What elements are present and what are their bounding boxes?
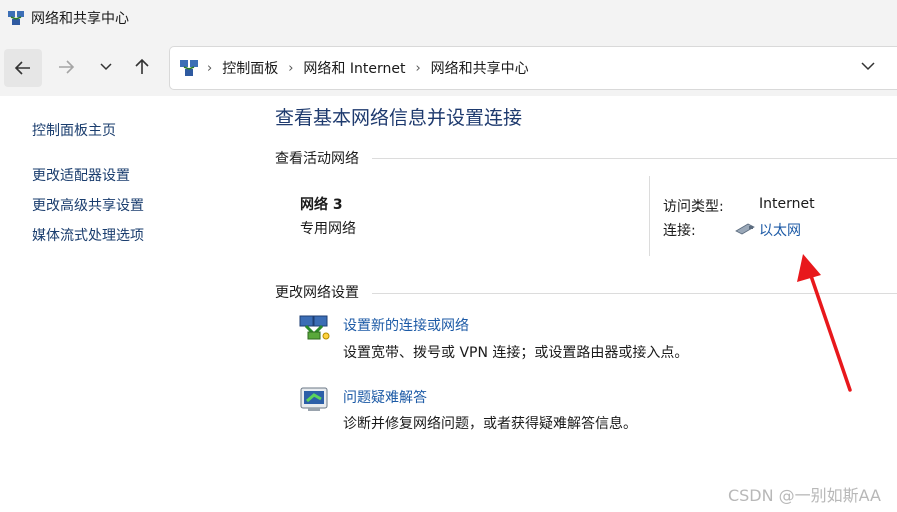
access-type-value: Internet	[759, 196, 815, 212]
back-button[interactable]	[4, 49, 42, 87]
section-heading-change-network-settings: 更改网络设置	[275, 285, 359, 301]
divider	[649, 176, 650, 256]
divider	[372, 158, 897, 159]
recent-locations-button[interactable]	[88, 48, 124, 86]
sidebar-item-control-panel-home[interactable]: 控制面板主页	[32, 120, 116, 140]
up-button[interactable]	[124, 48, 160, 86]
forward-arrow-icon	[59, 60, 75, 74]
network-center-icon	[8, 11, 24, 25]
access-type-label: 访问类型:	[663, 199, 724, 215]
new-connection-icon	[299, 315, 330, 340]
setup-new-connection-desc: 设置宽带、拨号或 VPN 连接；或设置路由器或接入点。	[343, 345, 689, 361]
network-category-link[interactable]: 专用网络	[300, 218, 356, 238]
chevron-right-icon[interactable]: ›	[288, 61, 293, 76]
troubleshoot-problems-desc: 诊断并修复网络问题，或者获得疑难解答信息。	[343, 416, 637, 432]
section-heading-active-networks: 查看活动网络	[275, 151, 359, 167]
troubleshoot-problems-link[interactable]: 问题疑难解答	[343, 387, 427, 407]
ethernet-icon	[735, 223, 755, 235]
chevron-right-icon[interactable]: ›	[415, 61, 420, 76]
chevron-right-icon: ›	[207, 60, 213, 76]
breadcrumb-network-sharing-center[interactable]: 网络和共享中心	[431, 58, 529, 78]
ethernet-connection-link[interactable]: 以太网	[759, 220, 801, 240]
sidebar-item-change-adapter-settings[interactable]: 更改适配器设置	[32, 165, 130, 185]
title-bar: 网络和共享中心	[0, 0, 897, 36]
chevron-down-icon	[861, 62, 875, 71]
window-title: 网络和共享中心	[31, 11, 129, 27]
breadcrumb-control-panel[interactable]: 控制面板	[222, 58, 278, 78]
network-center-icon	[180, 60, 198, 76]
forward-button[interactable]	[48, 48, 84, 86]
chevron-down-icon	[100, 63, 112, 71]
watermark: CSDN @一别如斯AA	[727, 486, 881, 505]
troubleshoot-icon	[300, 387, 328, 411]
connection-label: 连接:	[663, 223, 696, 239]
up-arrow-icon	[135, 58, 149, 74]
breadcrumb-network-internet[interactable]: 网络和 Internet	[303, 58, 405, 78]
red-annotation-arrow	[797, 254, 852, 392]
address-dropdown-button[interactable]	[861, 59, 875, 75]
back-arrow-icon	[14, 61, 30, 75]
page-title: 查看基本网络信息并设置连接	[275, 107, 523, 129]
sidebar-item-change-advanced-sharing[interactable]: 更改高级共享设置	[32, 195, 144, 215]
setup-new-connection-link[interactable]: 设置新的连接或网络	[343, 315, 469, 335]
address-bar[interactable]: › 控制面板 › 网络和 Internet › 网络和共享中心	[169, 46, 897, 90]
sidebar-item-media-streaming-options[interactable]: 媒体流式处理选项	[32, 225, 144, 245]
network-name: 网络 3	[300, 197, 343, 213]
